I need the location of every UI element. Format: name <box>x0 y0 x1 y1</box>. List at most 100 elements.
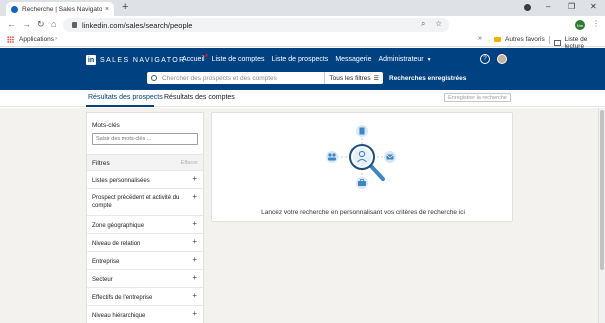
page-scrollbar[interactable] <box>598 108 605 323</box>
plus-icon[interactable]: + <box>192 291 197 300</box>
nav-item-messaging[interactable]: Messagerie <box>335 56 371 63</box>
search-icon <box>151 75 157 81</box>
tab-close-icon[interactable]: × <box>105 6 109 13</box>
filter-sliders-icon: ☰ <box>373 75 379 82</box>
results-tabs: Résultats des prospects Résultats des co… <box>0 90 605 107</box>
plus-icon[interactable]: + <box>192 309 197 318</box>
filter-label: Prospect précédent et activité du compte <box>92 195 180 209</box>
bookmark-divider <box>549 36 550 44</box>
brand-name: SALES NAVIGATOR <box>100 56 186 64</box>
new-tab-button[interactable]: + <box>122 1 128 13</box>
nav-item-admin-label: Administrateur <box>378 56 424 63</box>
sales-navigator-favicon-icon <box>11 5 18 13</box>
filter-label: Niveau hiérarchique <box>92 313 146 319</box>
nav-item-admin[interactable]: Administrateur ▼ <box>379 56 432 63</box>
bookmark-apps[interactable]: Applications <box>7 36 54 43</box>
empty-state-message: Lancez votre recherche en personnalisant… <box>261 209 465 216</box>
filter-label: Niveau de relation <box>92 241 141 247</box>
bookmark-apps-label: Applications <box>19 36 55 43</box>
filter-label: Entreprise <box>92 259 120 265</box>
window-restore-button[interactable]: ❐ <box>568 2 575 11</box>
filter-industry[interactable]: Secteur + <box>87 270 203 288</box>
global-search-bar: Chercher des prospects et des comptes To… <box>147 72 383 84</box>
browser-profile-indicator-icon[interactable] <box>524 4 531 11</box>
bookmark-star-icon[interactable]: ☆ <box>435 19 442 28</box>
nav-item-home-label: Accueil <box>182 56 205 63</box>
filter-company-headcount[interactable]: Effectifs de l'entreprise + <box>87 288 203 306</box>
empty-state-card: Lancez votre recherche en personnalisant… <box>211 112 513 222</box>
bookmarks-overflow-button[interactable]: » <box>478 35 482 42</box>
zoom-search-icon[interactable]: ⌕ <box>421 19 425 29</box>
filters-title: Filtres <box>92 160 110 167</box>
filter-seniority-level[interactable]: Niveau hiérarchique + <box>87 306 203 323</box>
filter-previous-lead-activity[interactable]: Prospect précédent et activité du compte… <box>87 189 203 216</box>
magnifier-icon <box>349 144 385 181</box>
sales-navigator-logo[interactable]: in SALES NAVIGATOR <box>86 55 186 65</box>
saved-searches-link[interactable]: Recherches enregistrées <box>389 75 466 82</box>
top-navigation: Accueil Liste de comptes Liste de prospe… <box>182 54 439 63</box>
envelope-icon <box>384 151 396 163</box>
filter-relationship[interactable]: Niveau de relation + <box>87 234 203 252</box>
all-filters-button[interactable]: Tous les filtres ☰ <box>324 72 383 84</box>
main-content-area: Mots-clés Filtres Effacer Listes personn… <box>0 108 605 323</box>
bookmark-separator: › <box>55 36 57 42</box>
plus-icon[interactable]: + <box>192 273 197 282</box>
linkedin-logo-icon: in <box>86 55 96 65</box>
user-avatar[interactable] <box>497 54 507 64</box>
nav-item-home[interactable]: Accueil <box>182 54 208 63</box>
keywords-input[interactable] <box>92 133 198 145</box>
nav-item-account-lists[interactable]: Liste de comptes <box>212 56 265 63</box>
browser-menu-icon[interactable]: ⋮ <box>592 19 600 28</box>
scrollbar-thumb[interactable] <box>600 110 604 270</box>
forward-arrow-icon[interactable]: → <box>22 19 31 29</box>
bookmarks-bar: Applications › » Autres favoris Liste de… <box>0 34 605 50</box>
search-illustration <box>326 125 396 189</box>
tab-account-results[interactable]: Résultats des comptes <box>164 94 235 101</box>
reload-icon[interactable]: ↻ <box>37 19 45 30</box>
browser-tab-strip: Recherche | Sales Navigator × + – ❐ ✕ <box>0 0 605 16</box>
help-icon[interactable]: ? <box>480 54 490 64</box>
clear-filters-button[interactable]: Effacer <box>181 160 198 166</box>
document-icon <box>356 125 368 137</box>
apps-grid-icon <box>7 36 14 43</box>
keywords-label: Mots-clés <box>92 122 120 129</box>
notification-dot-icon <box>204 54 208 57</box>
reading-list-icon <box>554 40 561 46</box>
filter-custom-lists[interactable]: Listes personnalisées + <box>87 171 203 189</box>
all-filters-label: Tous les filtres <box>329 74 371 82</box>
filter-label: Effectifs de l'entreprise <box>92 295 153 301</box>
nav-item-lead-lists[interactable]: Liste de prospects <box>272 56 329 63</box>
browser-toolbar: ← → ↻ ⌂ linkedin.com/sales/search/people… <box>0 16 605 34</box>
plus-icon[interactable]: + <box>192 255 197 264</box>
plus-icon[interactable]: + <box>192 237 197 246</box>
plus-icon[interactable]: + <box>192 219 197 228</box>
filter-label: Listes personnalisées <box>92 178 150 184</box>
filters-header: Filtres Effacer <box>87 154 203 171</box>
filter-company[interactable]: Entreprise + <box>87 252 203 270</box>
window-close-button[interactable]: ✕ <box>590 2 597 11</box>
browser-tab[interactable]: Recherche | Sales Navigator × <box>6 2 114 16</box>
tab-lead-results[interactable]: Résultats des prospects <box>88 94 163 101</box>
search-input[interactable]: Chercher des prospects et des comptes <box>162 75 324 82</box>
filter-label: Zone géographique <box>92 223 145 229</box>
bookmark-other-favorites[interactable]: Autres favoris <box>494 36 545 43</box>
briefcase-icon <box>356 177 368 189</box>
chevron-down-icon: ▼ <box>426 57 432 63</box>
browser-tab-title: Recherche | Sales Navigator <box>22 5 102 13</box>
filters-sidebar: Mots-clés Filtres Effacer Listes personn… <box>86 112 204 323</box>
plus-icon[interactable]: + <box>192 192 197 201</box>
filter-label: Secteur <box>92 277 113 283</box>
address-bar[interactable]: linkedin.com/sales/search/people <box>63 18 449 32</box>
browser-profile-avatar[interactable]: Nm <box>575 20 585 30</box>
back-arrow-icon[interactable]: ← <box>7 19 16 29</box>
window-minimize-button[interactable]: – <box>546 2 550 11</box>
plus-icon[interactable]: + <box>192 174 197 183</box>
active-tab-indicator <box>86 105 154 107</box>
home-icon[interactable]: ⌂ <box>51 19 56 29</box>
folder-icon <box>494 37 501 42</box>
address-bar-url: linkedin.com/sales/search/people <box>82 20 193 30</box>
group-icon <box>326 151 338 163</box>
filter-geography[interactable]: Zone géographique + <box>87 216 203 234</box>
bookmark-other-favorites-label: Autres favoris <box>505 36 545 43</box>
save-search-button[interactable]: Enregistrer la recherche <box>444 93 511 102</box>
